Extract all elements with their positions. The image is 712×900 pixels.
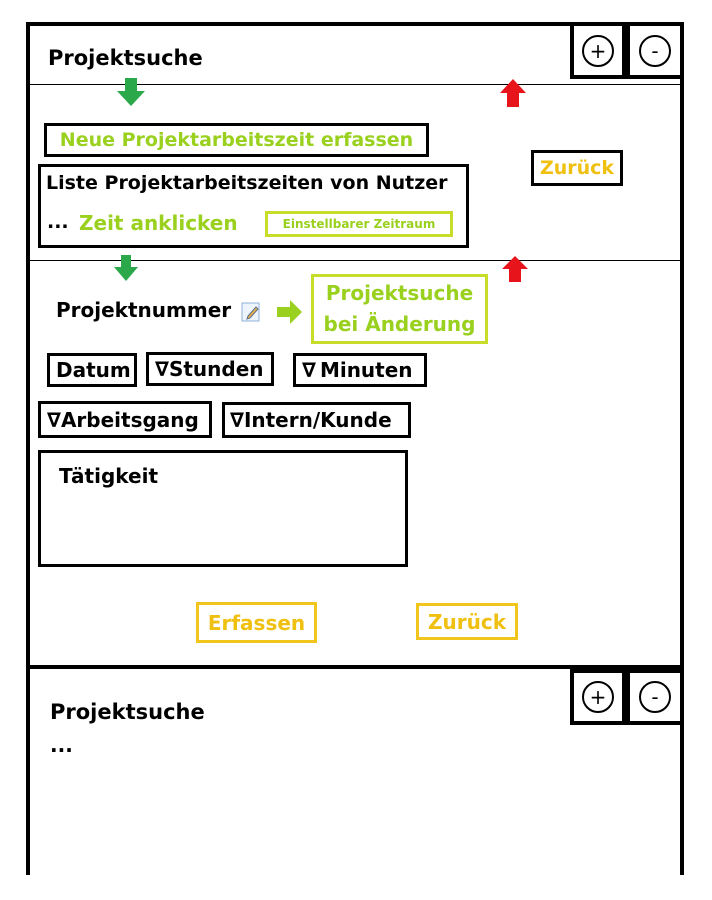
activity-textarea[interactable]: Tätigkeit (38, 450, 408, 567)
panel1-title: Projektsuche (48, 46, 203, 70)
date-field[interactable]: Datum (47, 353, 137, 387)
dropdown-triangle-icon: ∇ (302, 358, 316, 382)
down-arrow-icon (114, 255, 138, 281)
panel3-ellipsis: ... (50, 733, 73, 757)
work-step-dropdown[interactable]: ∇ Arbeitsgang (38, 401, 212, 438)
plus-icon: + (582, 34, 614, 67)
up-arrow-icon (500, 79, 526, 107)
minus-icon: - (639, 681, 671, 713)
dropdown-triangle-icon: ∇ (47, 407, 61, 432)
activity-label: Tätigkeit (59, 464, 159, 488)
zoom-in-button[interactable]: + (570, 22, 626, 79)
submit-button[interactable]: Erfassen (196, 602, 317, 643)
minus-icon: - (639, 34, 671, 67)
zoom-out-button[interactable]: - (626, 669, 684, 725)
dropdown-triangle-icon: ∇ (230, 408, 244, 432)
project-search-on-change-note: Projektsuche bei Änderung (311, 274, 488, 344)
edit-icon[interactable] (241, 301, 263, 323)
panel3-title: Projektsuche (50, 700, 205, 724)
intern-customer-dropdown[interactable]: ∇ Intern/Kunde (222, 402, 411, 438)
hours-dropdown[interactable]: ∇ Stunden (146, 352, 274, 386)
click-time-hint[interactable]: Zeit anklicken (79, 211, 238, 235)
list-ellipsis: ... (47, 211, 69, 233)
back-button-top[interactable]: Zurück (531, 150, 623, 186)
zoom-out-button[interactable]: - (626, 22, 684, 79)
plus-icon: + (582, 681, 614, 713)
down-arrow-icon (117, 78, 145, 106)
up-arrow-icon (502, 256, 528, 282)
project-number-label: Projektnummer (56, 298, 232, 322)
back-button-bottom[interactable]: Zurück (416, 603, 518, 640)
right-arrow-icon (277, 300, 302, 324)
list-title: Liste Projektarbeitszeiten von Nutzer (46, 172, 448, 194)
zoom-in-button[interactable]: + (570, 669, 626, 725)
minutes-dropdown[interactable]: ∇ Minuten (293, 353, 427, 387)
dropdown-triangle-icon: ∇ (155, 357, 169, 381)
date-range-selector[interactable]: Einstellbarer Zeitraum (265, 211, 453, 237)
new-entry-button[interactable]: Neue Projektarbeitszeit erfassen (44, 123, 429, 157)
time-list-box[interactable]: Liste Projektarbeitszeiten von Nutzer ..… (38, 164, 469, 248)
